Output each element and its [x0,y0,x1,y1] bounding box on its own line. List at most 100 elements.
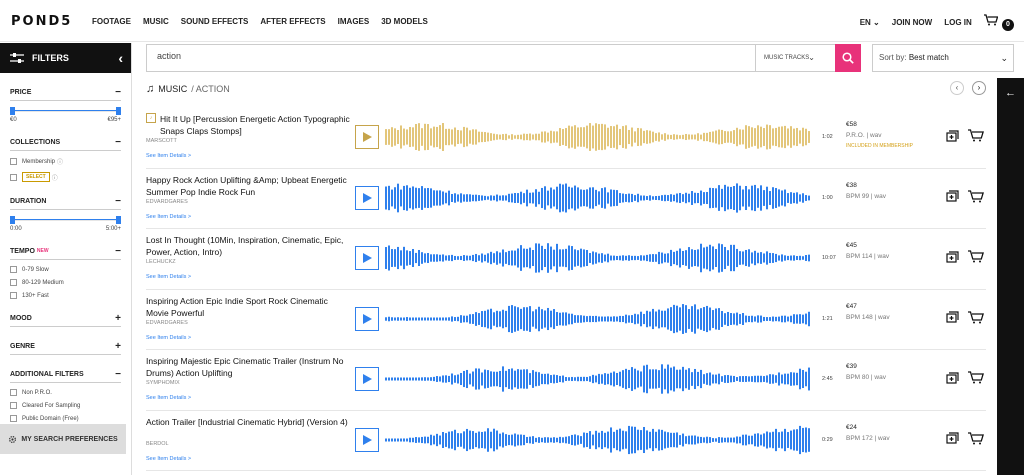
info-icon[interactable]: ⓘ [52,173,58,182]
add-to-collection-icon[interactable] [946,190,960,202]
duration-max-handle[interactable] [116,216,121,224]
breadcrumb-section[interactable]: MUSIC [158,84,187,94]
add-to-cart-icon[interactable] [968,250,984,263]
checkbox[interactable] [10,389,17,396]
waveform[interactable] [385,182,811,214]
track-artist[interactable]: SYMPHOMIX [146,380,180,386]
checkbox[interactable] [10,158,17,165]
minus-icon[interactable]: − [115,369,121,380]
add-to-collection-icon[interactable] [946,129,960,142]
add-to-collection-icon[interactable] [946,311,960,323]
filters-header[interactable]: FILTERS ‹ [0,43,131,73]
minus-icon[interactable]: − [115,137,121,148]
add-to-collection-icon[interactable] [946,432,960,444]
genre-filter-header[interactable]: GENRE + [10,341,121,355]
tempo-fast-checkbox[interactable]: 130+ Fast [10,292,121,299]
see-item-details-link[interactable]: See Item Details > [146,214,191,220]
tempo-medium-checkbox[interactable]: 80-129 Medium [10,279,121,286]
add-to-collection-icon[interactable] [946,371,960,384]
search-type-select[interactable]: MUSIC TRACKS ⌄ [755,45,815,71]
add-to-cart-icon[interactable] [968,310,984,324]
see-item-details-link[interactable]: See Item Details > [146,153,191,159]
waveform[interactable] [385,242,811,274]
cleared-sampling-checkbox[interactable]: Cleared For Sampling [10,402,121,409]
add-to-cart-icon[interactable] [968,431,984,445]
language-selector[interactable]: EN ⌄ [860,18,880,27]
track-title[interactable]: Happy Rock Action Uplifting &Amp; Upbeat… [146,174,351,198]
track-artist[interactable]: MARSCOTT [146,138,177,144]
select-checkbox[interactable]: SELECT ⓘ [10,172,121,182]
waveform[interactable] [385,303,811,335]
add-to-cart-icon[interactable] [968,371,984,384]
log-in-link[interactable]: LOG IN [944,18,972,27]
collapsed-right-panel[interactable]: ← [997,78,1024,475]
nav-link-images[interactable]: IMAGES [338,17,370,26]
track-title[interactable]: Inspiring Majestic Epic Cinematic Traile… [146,355,351,379]
join-now-link[interactable]: JOIN NOW [892,18,932,27]
arrow-left-icon[interactable]: ← [1005,87,1016,99]
price-slider[interactable] [10,105,121,117]
price-min-handle[interactable] [10,107,15,115]
checkbox[interactable] [10,402,17,409]
checkbox[interactable] [10,279,17,286]
track-artist[interactable]: EDVARDGARES [146,320,188,326]
sort-select[interactable]: Sort by: Best match ⌄ [872,44,1014,72]
collections-filter-header[interactable]: COLLECTIONS − [10,137,121,151]
duration-filter-header[interactable]: DURATION − [10,196,121,210]
nav-link-sound-effects[interactable]: SOUND EFFECTS [181,17,249,26]
waveform[interactable] [385,121,811,153]
plus-icon[interactable]: + [115,341,121,352]
minus-icon[interactable]: − [115,196,121,207]
price-filter-header[interactable]: PRICE − [10,87,121,101]
waveform[interactable] [385,424,811,456]
next-page-icon[interactable]: › [972,81,986,95]
track-artist[interactable]: BERDOL [146,441,169,447]
see-item-details-link[interactable]: See Item Details > [146,395,191,401]
non-pro-checkbox[interactable]: Non P.R.O. [10,389,121,396]
play-button[interactable] [355,427,379,452]
track-title[interactable]: Lost In Thought (10Min, Inspiration, Cin… [146,234,351,258]
minus-icon[interactable]: − [115,87,121,98]
play-button[interactable] [355,125,379,149]
nav-link-music[interactable]: MUSIC [143,17,169,26]
search-input[interactable] [157,51,717,61]
minus-icon[interactable]: − [115,246,121,257]
duration-slider[interactable] [10,214,121,226]
checkbox[interactable] [10,292,17,299]
play-button[interactable] [355,185,379,210]
track-title[interactable]: Action Trailer [Industrial Cinematic Hyb… [146,416,351,428]
nav-link-3d-models[interactable]: 3D MODELS [381,17,428,26]
plus-icon[interactable]: + [115,313,121,324]
checkbox[interactable] [10,173,17,181]
see-item-details-link[interactable]: See Item Details > [146,335,191,341]
checkbox[interactable] [10,266,17,273]
price-max-handle[interactable] [116,107,121,115]
add-to-collection-icon[interactable] [946,250,960,263]
tempo-filter-header[interactable]: TEMPO NEW − [10,246,121,260]
membership-checkbox[interactable]: Membership ⓘ [10,157,121,166]
search-button[interactable] [835,44,861,72]
tempo-slow-checkbox[interactable]: 0-79 Slow [10,266,121,273]
checkbox[interactable] [10,415,17,422]
prev-page-icon[interactable]: ‹ [950,81,964,95]
duration-min-handle[interactable] [10,216,15,224]
additional-filters-header[interactable]: ADDITIONAL FILTERS − [10,369,121,383]
nav-link-footage[interactable]: FOOTAGE [92,17,131,26]
see-item-details-link[interactable]: See Item Details > [146,274,191,280]
search-preferences-button[interactable]: MY SEARCH PREFERENCES [0,424,126,454]
see-item-details-link[interactable]: See Item Details > [146,456,191,462]
pond5-logo[interactable]: POND5 [11,14,72,29]
cart-button[interactable]: 0 [983,14,1014,31]
mood-filter-header[interactable]: MOOD + [10,313,121,327]
play-button[interactable] [355,306,379,331]
public-domain-checkbox[interactable]: Public Domain (Free) [10,415,121,422]
play-button[interactable] [355,246,379,270]
play-button[interactable] [355,367,379,391]
track-artist[interactable]: LECHUCKZ [146,259,176,265]
nav-link-after-effects[interactable]: AFTER EFFECTS [260,17,325,26]
info-icon[interactable]: ⓘ [57,157,63,166]
add-to-cart-icon[interactable] [968,129,984,142]
collapse-sidebar-icon[interactable]: ‹ [118,50,123,66]
waveform[interactable] [385,363,811,395]
track-title[interactable]: Inspiring Action Epic Indie Sport Rock C… [146,295,351,319]
